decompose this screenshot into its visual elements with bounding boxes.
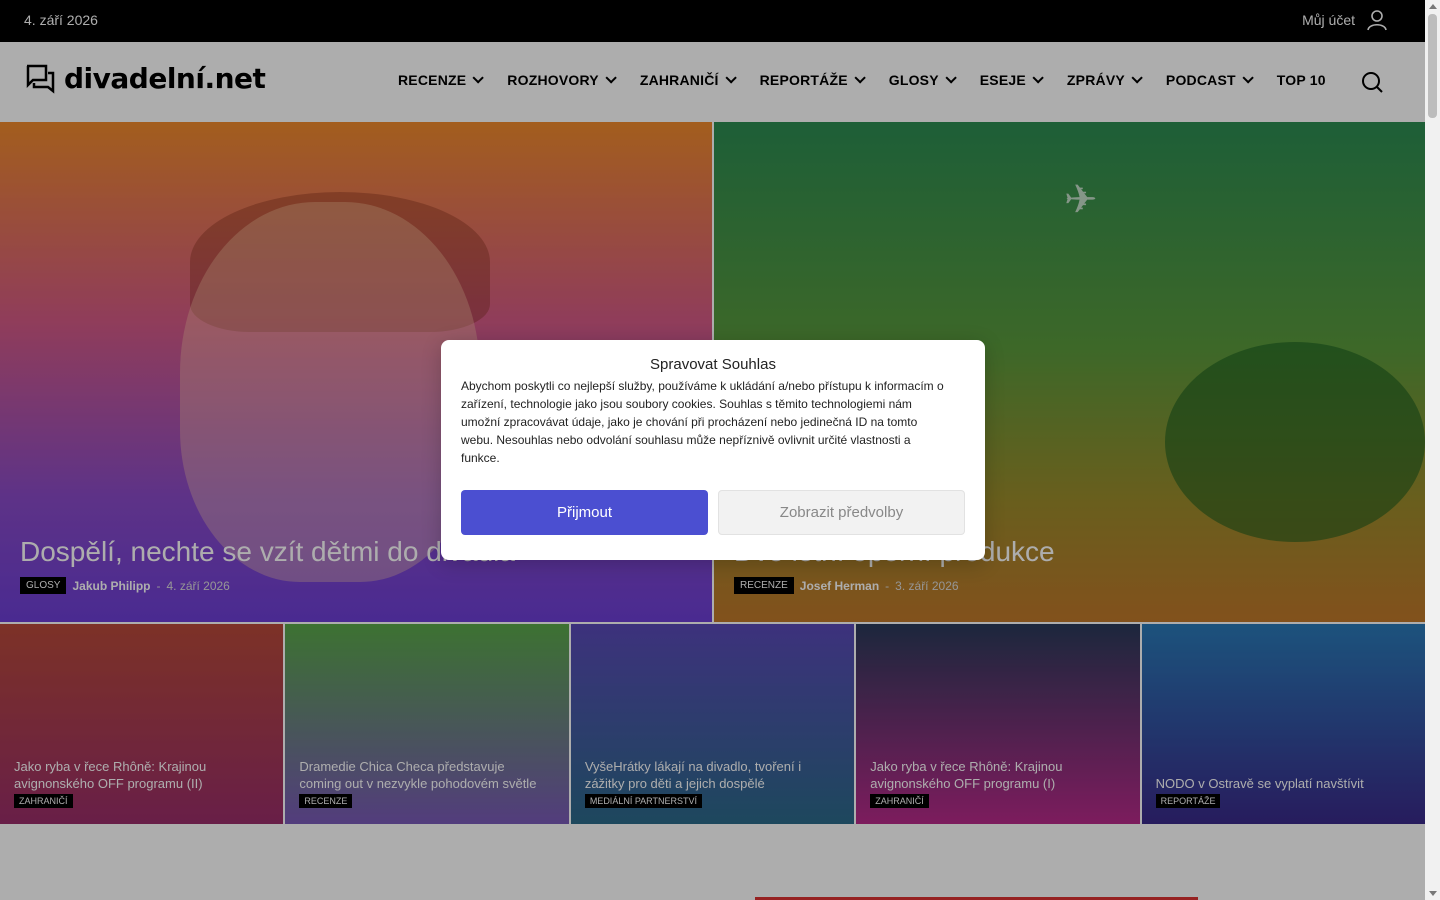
scroll-up-icon[interactable] [1429, 4, 1437, 9]
page-scrollbar[interactable] [1425, 0, 1440, 900]
modal-title: Spravovat Souhlas [650, 356, 776, 373]
modal-buttons: Přijmout Zobrazit předvolby [461, 490, 965, 535]
scrollbar-thumb[interactable] [1428, 14, 1437, 118]
cookie-consent-modal: Spravovat Souhlas Abychom poskytli co ne… [441, 340, 985, 560]
preferences-button[interactable]: Zobrazit předvolby [718, 490, 965, 535]
modal-text: Abychom poskytli co nejlepší služby, pou… [461, 379, 944, 465]
accept-button[interactable]: Přijmout [461, 490, 708, 535]
scroll-down-icon[interactable] [1429, 891, 1437, 896]
